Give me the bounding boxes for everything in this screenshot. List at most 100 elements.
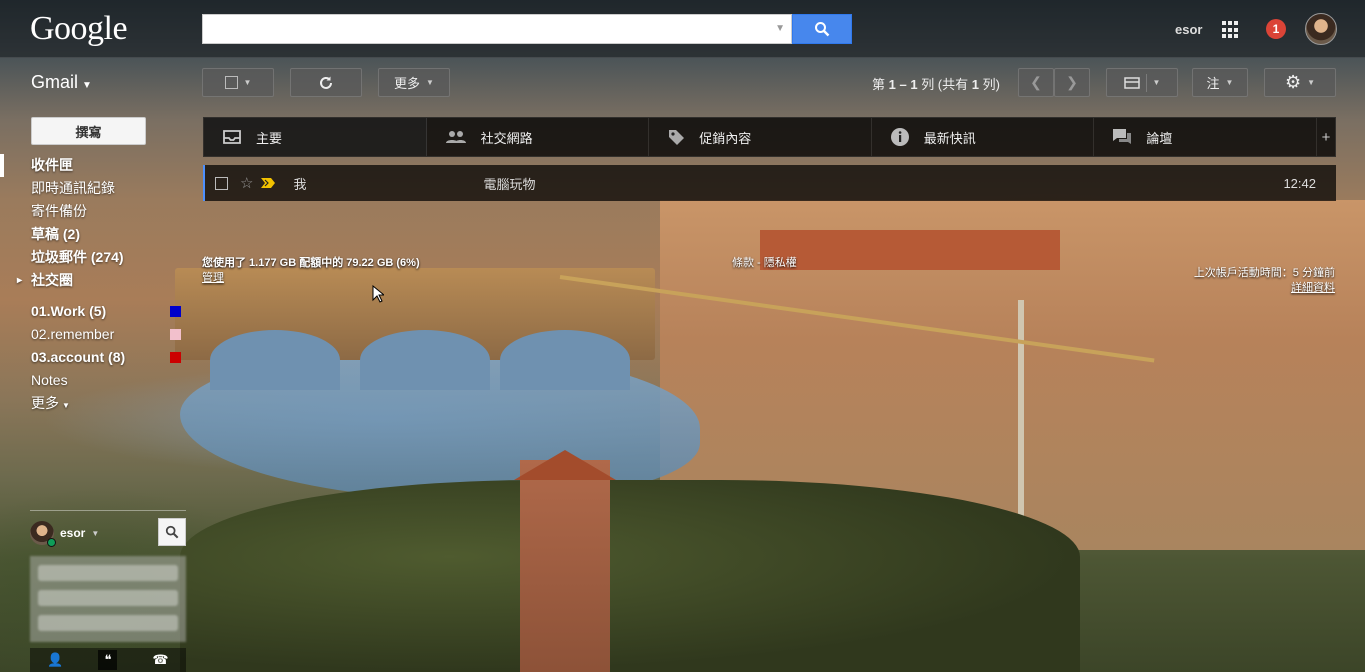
newer-button[interactable]: ❮ bbox=[1018, 68, 1054, 97]
important-marker-icon[interactable] bbox=[261, 176, 276, 191]
label-text: 02.remember bbox=[31, 326, 115, 342]
online-status-icon bbox=[47, 538, 56, 547]
label-text: 03.account (8) bbox=[31, 349, 126, 365]
chevron-down-icon: ▼ bbox=[62, 401, 70, 410]
sidebar-item-drafts[interactable]: 草稿 (2) bbox=[0, 223, 190, 246]
tab-forums[interactable]: 論壇 bbox=[1094, 118, 1317, 156]
gear-icon: ⚙ bbox=[1284, 72, 1302, 92]
chevron-down-icon: ▼ bbox=[1307, 78, 1316, 87]
manage-storage-link[interactable]: 管理 bbox=[202, 269, 224, 285]
chevron-down-icon: ▼ bbox=[243, 78, 252, 87]
input-tools-button[interactable]: 注 ▼ bbox=[1192, 68, 1248, 97]
terms-privacy-link[interactable]: 條款 - 隱私權 bbox=[732, 254, 797, 270]
label-color-swatch[interactable] bbox=[170, 352, 181, 363]
tab-label: 主要 bbox=[256, 130, 283, 146]
tab-updates[interactable]: 最新快訊 bbox=[872, 118, 1095, 156]
sidebar-more-label: 更多 bbox=[31, 395, 59, 411]
sidebar-label-account[interactable]: 03.account (8) bbox=[0, 346, 190, 369]
input-tools-label: 注 bbox=[1206, 76, 1220, 91]
list-item[interactable] bbox=[38, 615, 178, 631]
refresh-button[interactable] bbox=[290, 68, 362, 97]
sidebar-more-button[interactable]: 更多 ▼ bbox=[0, 392, 190, 415]
mouse-cursor-icon bbox=[372, 284, 386, 308]
inbox-icon bbox=[223, 130, 241, 144]
list-item[interactable] bbox=[38, 565, 178, 581]
search-box: ▼ bbox=[202, 14, 792, 44]
chat-user-name: esor bbox=[60, 526, 86, 540]
tab-label: 最新快訊 bbox=[923, 130, 976, 146]
tab-label: 促銷內容 bbox=[699, 130, 752, 146]
sidebar-item-circles[interactable]: 社交圈 bbox=[0, 269, 190, 292]
apps-grid-icon[interactable] bbox=[1222, 21, 1240, 39]
chat-search-button[interactable] bbox=[158, 518, 186, 546]
tab-label: 論壇 bbox=[1146, 130, 1173, 146]
account-avatar[interactable] bbox=[1305, 13, 1337, 45]
row-checkbox[interactable] bbox=[215, 176, 228, 190]
notification-badge[interactable]: 1 bbox=[1266, 19, 1286, 39]
search-icon bbox=[815, 22, 830, 37]
chevron-left-icon: ❮ bbox=[1030, 74, 1042, 90]
star-icon[interactable]: ☆ bbox=[240, 174, 253, 192]
gmail-label: Gmail bbox=[31, 72, 79, 92]
reading-pane-button[interactable]: ▼ bbox=[1106, 68, 1178, 97]
chevron-down-icon: ▼ bbox=[91, 528, 100, 538]
sidebar-item-inbox[interactable]: 收件匣 bbox=[0, 154, 190, 177]
background-photo bbox=[0, 0, 1365, 672]
account-name-link[interactable]: esor bbox=[1175, 22, 1202, 37]
compose-button[interactable]: 撰寫 bbox=[31, 117, 146, 145]
storage-usage: 您使用了 1.177 GB 配額中的 79.22 GB (6%) bbox=[202, 257, 420, 269]
forum-icon bbox=[1113, 129, 1132, 144]
category-tabs: 主要 社交網路 促銷內容 最新快訊 論壇 + bbox=[203, 117, 1336, 157]
tag-icon bbox=[669, 130, 685, 145]
sidebar-label-notes[interactable]: Notes bbox=[0, 369, 190, 392]
plus-icon: + bbox=[1321, 128, 1331, 146]
sidebar-label-work[interactable]: 01.Work (5) bbox=[0, 300, 190, 323]
sidebar-item-sent[interactable]: 寄件備份 bbox=[0, 200, 190, 223]
sidebar-item-spam[interactable]: 垃圾郵件 (274) bbox=[0, 246, 190, 269]
activity-details-link[interactable]: 詳細資料 bbox=[1194, 281, 1335, 296]
last-account-activity: 上次帳戶活動時間：5 分鐘前 詳細資料 bbox=[1194, 266, 1335, 296]
info-icon bbox=[890, 128, 909, 146]
select-all-button[interactable]: ▼ bbox=[202, 68, 274, 97]
search-button[interactable] bbox=[792, 14, 852, 44]
list-item[interactable] bbox=[38, 590, 178, 606]
add-tab-button[interactable]: + bbox=[1317, 118, 1335, 156]
older-button[interactable]: ❯ bbox=[1054, 68, 1090, 97]
more-actions-label: 更多 bbox=[394, 76, 421, 91]
label-text: 01.Work (5) bbox=[31, 303, 107, 319]
chevron-down-icon: ▼ bbox=[426, 78, 434, 87]
chat-divider bbox=[30, 510, 186, 511]
phone-icon[interactable]: ☎ bbox=[152, 652, 168, 668]
more-actions-button[interactable]: 更多 ▼ bbox=[378, 68, 450, 97]
tab-primary[interactable]: 主要 bbox=[204, 118, 427, 156]
chevron-down-icon: ▼ bbox=[1152, 78, 1161, 87]
refresh-icon bbox=[320, 76, 332, 89]
search-icon bbox=[165, 525, 179, 539]
chat-contact-list[interactable] bbox=[30, 556, 186, 642]
chat-bottom-bar: 👤 ❝ ☎ bbox=[30, 648, 186, 672]
last-activity-text: 上次帳戶活動時間：5 分鐘前 bbox=[1193, 267, 1335, 279]
pagination-info: 第 1 – 1 列 (共有 1 列) bbox=[872, 77, 1000, 92]
people-icon bbox=[445, 131, 466, 143]
gmail-app-menu[interactable]: Gmail ▼ bbox=[31, 72, 92, 93]
sidebar-item-chats[interactable]: 即時通訊紀錄 bbox=[0, 177, 190, 200]
settings-button[interactable]: ⚙ ▼ bbox=[1264, 68, 1336, 97]
sidebar-label-remember[interactable]: 02.remember bbox=[0, 323, 190, 346]
label-color-swatch[interactable] bbox=[170, 329, 181, 340]
hangouts-icon[interactable]: ❝ bbox=[98, 650, 118, 670]
email-row[interactable]: ☆ 我 電腦玩物 12:42 bbox=[203, 165, 1336, 201]
contacts-icon[interactable]: 👤 bbox=[47, 652, 63, 668]
email-sender: 我 bbox=[293, 176, 307, 192]
chevron-right-icon: ❯ bbox=[1066, 74, 1078, 90]
google-logo[interactable]: Google bbox=[30, 10, 128, 48]
tab-social[interactable]: 社交網路 bbox=[427, 118, 650, 156]
checkbox-icon bbox=[224, 76, 238, 89]
search-input[interactable] bbox=[203, 15, 773, 43]
search-options-caret-icon[interactable]: ▼ bbox=[775, 23, 785, 34]
tab-promotions[interactable]: 促銷內容 bbox=[649, 118, 872, 156]
sidebar-nav: 收件匣 即時通訊紀錄 寄件備份 草稿 (2) 垃圾郵件 (274) 社交圈 01… bbox=[0, 154, 190, 415]
label-color-swatch[interactable] bbox=[170, 306, 181, 317]
email-subject: 電腦玩物 bbox=[483, 176, 536, 192]
tab-label: 社交網路 bbox=[480, 130, 533, 146]
chevron-down-icon: ▼ bbox=[1225, 78, 1234, 87]
